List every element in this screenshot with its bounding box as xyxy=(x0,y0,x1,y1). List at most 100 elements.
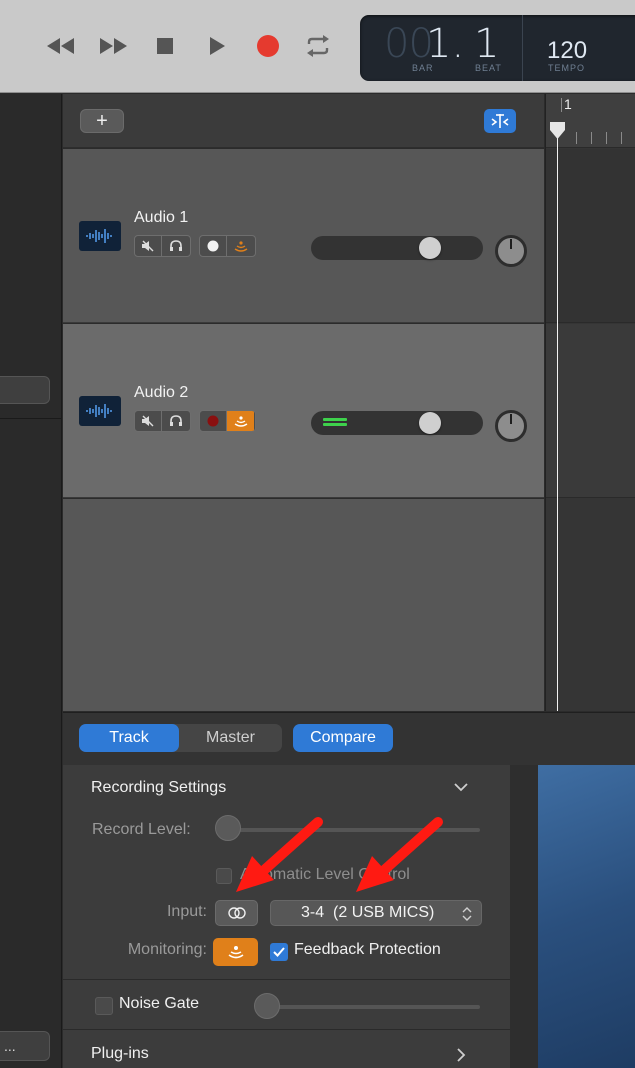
mute-solo-group xyxy=(134,235,191,257)
record-level-label: Record Level: xyxy=(92,821,191,838)
rewind-button[interactable] xyxy=(44,32,78,60)
library-bottom-button[interactable]: ... xyxy=(0,1031,50,1061)
input-source-value: 3-4 (2 USB MICS) xyxy=(301,904,435,921)
feedback-protection-label: Feedback Protection xyxy=(294,941,441,958)
chevron-right-icon[interactable] xyxy=(455,1047,467,1063)
editor-area xyxy=(510,765,635,1068)
updown-chevron-icon xyxy=(462,907,472,921)
monitoring-button[interactable] xyxy=(213,938,258,966)
play-button[interactable] xyxy=(200,32,234,60)
playhead[interactable] xyxy=(557,126,558,711)
record-monitor-group xyxy=(199,235,256,257)
audio-waveform-icon xyxy=(79,396,121,426)
tracks-empty-area[interactable] xyxy=(63,499,544,711)
volume-slider-thumb[interactable] xyxy=(418,412,441,434)
rewind-icon xyxy=(47,38,74,54)
headphones-icon xyxy=(169,240,182,251)
noise-gate-label: Noise Gate xyxy=(119,995,200,1012)
inspector-tab-strip: Track Master Compare xyxy=(63,713,635,765)
recording-settings-panel: Recording Settings Record Level: Automat… xyxy=(63,765,510,1068)
track-name[interactable]: Audio 1 xyxy=(134,209,188,227)
track-volume-slider[interactable] xyxy=(311,236,483,260)
record-monitor-group xyxy=(199,410,256,432)
compare-button[interactable]: Compare xyxy=(293,724,393,752)
recording-settings-title[interactable]: Recording Settings xyxy=(91,779,226,797)
transport-bar: 00 1. 1 BAR BEAT 120 TEMPO xyxy=(0,0,635,93)
noise-gate-slider-thumb[interactable] xyxy=(254,993,280,1019)
stop-button[interactable] xyxy=(148,32,182,60)
pan-knob[interactable] xyxy=(495,235,527,267)
solo-button[interactable] xyxy=(162,411,189,431)
mute-button[interactable] xyxy=(135,236,162,256)
input-monitoring-button[interactable] xyxy=(227,411,254,431)
lcd-tempo-caption: TEMPO xyxy=(548,63,586,73)
track-header-1[interactable]: Audio 1 xyxy=(63,149,544,323)
noise-gate-checkbox[interactable] xyxy=(95,997,113,1015)
record-level-slider-thumb[interactable] xyxy=(215,815,241,841)
feedback-protection-checkbox[interactable] xyxy=(270,943,288,961)
mute-button[interactable] xyxy=(135,411,162,431)
play-icon xyxy=(210,37,225,55)
stop-icon xyxy=(157,38,173,54)
lcd-tempo-value[interactable]: 120 xyxy=(547,37,587,65)
ruler-tick xyxy=(621,132,622,144)
record-level-slider[interactable] xyxy=(225,828,480,832)
library-field[interactable] xyxy=(0,376,50,404)
track-volume-slider[interactable] xyxy=(311,411,483,435)
track-master-segmented-control: Track Master xyxy=(79,724,282,752)
record-enable-button[interactable] xyxy=(200,411,227,431)
mute-icon xyxy=(142,240,154,252)
pan-knob[interactable] xyxy=(495,410,527,442)
catch-playhead-icon xyxy=(491,114,509,128)
lcd-display[interactable]: 00 1. 1 BAR BEAT 120 TEMPO xyxy=(360,15,635,81)
input-monitoring-button[interactable] xyxy=(227,236,254,256)
section-divider xyxy=(63,979,510,980)
fast-forward-button[interactable] xyxy=(96,32,130,60)
catch-playhead-button[interactable] xyxy=(484,109,516,133)
fast-forward-icon xyxy=(100,38,127,54)
input-source-select[interactable]: 3-4 (2 USB MICS) xyxy=(270,900,482,926)
playhead-handle-icon[interactable] xyxy=(549,122,566,140)
input-format-button[interactable] xyxy=(215,900,258,926)
monitoring-icon xyxy=(228,946,243,959)
ruler-tick xyxy=(591,132,592,144)
volume-slider-thumb[interactable] xyxy=(418,237,441,259)
lcd-bar-value: 1. xyxy=(426,21,465,67)
tab-master[interactable]: Master xyxy=(179,724,282,752)
plugins-label[interactable]: Plug-ins xyxy=(91,1045,149,1063)
lcd-divider xyxy=(522,15,523,81)
record-enable-button[interactable] xyxy=(200,236,227,256)
chevron-down-icon[interactable] xyxy=(453,779,469,795)
solo-button[interactable] xyxy=(162,236,189,256)
track-name[interactable]: Audio 2 xyxy=(134,384,188,402)
noise-gate-slider[interactable] xyxy=(263,1005,480,1009)
headphones-icon xyxy=(169,415,182,426)
monitoring-label: Monitoring: xyxy=(127,941,207,958)
monitoring-icon xyxy=(234,416,247,427)
cycle-button[interactable] xyxy=(301,32,335,60)
lcd-beat-value: 1 xyxy=(474,21,500,67)
level-meter xyxy=(323,418,351,428)
cycle-icon xyxy=(307,35,329,57)
record-enable-icon xyxy=(207,415,219,427)
library-divider xyxy=(0,418,62,419)
monitoring-icon xyxy=(234,241,247,252)
add-track-button[interactable]: + xyxy=(80,109,124,133)
track-header-2[interactable]: Audio 2 xyxy=(63,324,544,498)
mute-icon xyxy=(142,415,154,427)
automatic-level-control-checkbox[interactable] xyxy=(216,868,232,884)
timeline-row-1[interactable] xyxy=(546,149,635,323)
timeline-area[interactable]: 1 xyxy=(545,94,635,711)
automatic-level-control-label: Automatic Level Control xyxy=(240,866,410,883)
ruler-tick xyxy=(576,132,577,144)
ruler-tick xyxy=(606,132,607,144)
mute-solo-group xyxy=(134,410,191,432)
lcd-beat-caption: BEAT xyxy=(475,63,502,73)
tab-track[interactable]: Track xyxy=(79,724,179,752)
timeline-row-2[interactable] xyxy=(546,324,635,498)
record-button[interactable] xyxy=(251,32,285,60)
ruler-bar-number: 1 xyxy=(564,96,572,112)
editor-background xyxy=(538,765,635,1068)
input-label: Input: xyxy=(166,903,207,920)
tracks-header: + xyxy=(63,94,544,148)
